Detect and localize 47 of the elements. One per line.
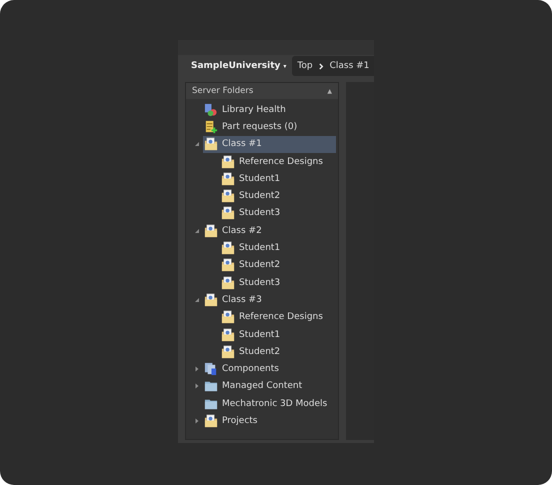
tree-item[interactable]: Class #2 xyxy=(203,222,338,240)
tree-item[interactable]: Student2 xyxy=(220,256,338,274)
tree-item[interactable]: Part requests (0) xyxy=(203,118,338,136)
shared-folder-icon xyxy=(221,154,235,169)
shared-folder-icon xyxy=(221,258,235,272)
collapse-arrow-icon[interactable] xyxy=(194,228,200,234)
tree-item[interactable]: Student1 xyxy=(220,170,338,188)
tree-item[interactable]: Projects xyxy=(203,412,338,430)
tree-item[interactable]: Student2 xyxy=(220,343,338,360)
tree-item[interactable]: Student1 xyxy=(220,326,338,344)
shared-folder-icon xyxy=(221,310,235,324)
tree-item[interactable]: Class #1 xyxy=(203,136,336,153)
tree-item[interactable]: Student3 xyxy=(220,274,338,292)
breadcrumb-item[interactable]: Top xyxy=(297,61,313,71)
tree-item[interactable]: Student3 xyxy=(220,204,338,222)
tree-item[interactable]: Reference Designs xyxy=(220,308,338,326)
shared-folder-icon xyxy=(204,292,218,307)
collapse-arrow-icon[interactable] xyxy=(194,141,200,148)
chevron-icon[interactable] xyxy=(318,62,324,70)
shared-folder-icon xyxy=(221,344,235,359)
panel-title: Server Folders xyxy=(192,86,254,96)
shared-folder-icon xyxy=(204,224,218,238)
expand-arrow-icon[interactable] xyxy=(194,418,200,424)
shared-folder-icon xyxy=(221,328,235,342)
tree-item[interactable]: Class #3 xyxy=(203,291,338,309)
health-icon xyxy=(204,102,218,117)
tree-item[interactable]: Managed Content xyxy=(203,378,338,396)
tree-item[interactable]: Reference Designs xyxy=(220,152,338,170)
shared-folder-icon xyxy=(221,206,235,220)
breadcrumb-item[interactable]: Class #1 xyxy=(330,61,370,71)
expand-arrow-icon[interactable] xyxy=(194,383,200,390)
shared-folder-icon xyxy=(204,414,218,428)
document-plus-icon xyxy=(204,120,218,134)
collapse-arrow-icon[interactable] xyxy=(194,296,200,303)
expand-arrow-icon[interactable] xyxy=(194,366,200,372)
tree-item[interactable]: Student2 xyxy=(220,187,338,205)
shared-folder-icon xyxy=(221,276,235,290)
tree-item[interactable]: Components xyxy=(203,360,338,378)
folder-icon xyxy=(204,379,218,394)
shared-folder-icon xyxy=(204,137,218,152)
shared-folder-icon xyxy=(221,241,235,256)
tree-item[interactable]: Mechatronic 3D Models xyxy=(203,395,338,412)
shared-folder-icon xyxy=(221,189,235,204)
components-icon xyxy=(204,362,218,376)
shared-folder-icon xyxy=(221,172,235,186)
tree-item[interactable]: Student1 xyxy=(220,239,338,257)
tree-item[interactable]: Library Health xyxy=(203,101,338,118)
